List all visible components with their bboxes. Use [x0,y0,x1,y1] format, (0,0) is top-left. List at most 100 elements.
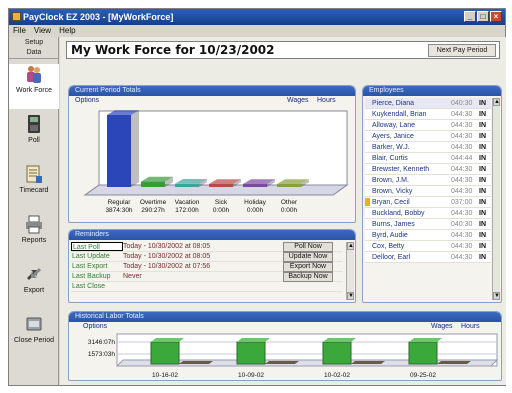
export-arrows-icon [27,268,41,280]
sidebar-item-close-period[interactable]: Close Period [9,314,59,359]
employee-row[interactable]: Buckland, Bobby 044:30 IN [365,208,491,219]
x-tick-label: 09-25-02 [410,372,436,379]
employee-hours: 044:30 [451,243,473,250]
employee-hours: 037:00 [451,199,473,206]
reminder-value: Today - 10/30/2002 at 08:05 [123,253,211,260]
reminders-scrollbar[interactable]: ▲ ▼ [346,242,354,300]
reminder-row[interactable]: Last Poll Today - 10/30/2002 at 08:05 Po… [71,242,343,252]
employee-row[interactable]: Brewster, Kenneth 044:30 IN [365,164,491,175]
current-period-chart: Regular3874:30h Overtime290:27h Vacation17… [83,110,349,214]
employee-hours: 044:44 [451,155,473,162]
page-title: My Work Force for 10/23/2002 [71,43,275,57]
history-bar [150,338,184,365]
scroll-down-icon[interactable]: ▼ [493,292,500,300]
employee-name: Brewster, Kenneth [372,166,430,173]
employee-status: IN [479,210,486,217]
category-label: Vacation [175,199,200,206]
bar-regular [107,110,139,187]
reminder-row[interactable]: Last Update Today - 10/30/2002 at 08:05 … [71,252,343,262]
employee-status: IN [479,243,486,250]
menu-view[interactable]: View [34,25,51,37]
reminder-value: Today - 10/30/2002 at 08:05 [123,243,211,250]
employee-row[interactable]: Brown, Vicky 044:30 IN [365,186,491,197]
history-bar-secondary [437,361,471,364]
historical-hours-link[interactable]: Hours [461,322,480,331]
historical-panel: Historical Labor Totals Options Wages Ho… [68,311,502,381]
employee-name: Barker, W.J. [372,144,410,151]
maximize-button[interactable]: □ [477,11,489,22]
employee-row[interactable]: Blair, Curtis 044:44 IN [365,153,491,164]
employee-row[interactable]: Pierce, Diana 040:30 IN [365,98,491,109]
employee-status: IN [479,166,486,173]
reminder-value [123,282,281,291]
employee-row[interactable]: Byrd, Audie 044:30 IN [365,230,491,241]
employees-panel: Employees Pierce, Diana 040:30 IN Kuykendal… [362,85,502,303]
scroll-up-icon[interactable]: ▲ [347,242,354,250]
sidebar-item-poll[interactable]: Poll [9,114,59,159]
employee-row[interactable]: Brown, J.M. 044:30 IN [365,175,491,186]
employee-name: Kuykendall, Brian [372,111,427,118]
next-pay-period-button[interactable]: Next Pay Period [428,44,496,57]
window-title: PayClock EZ 2003 - [MyWorkForce] [23,12,174,22]
update-now-button[interactable]: Update Now [283,252,333,262]
employee-hours: 040:30 [451,100,473,107]
menu-file[interactable]: File [13,25,26,37]
reminder-row[interactable]: Last Backup Never Backup Now [71,272,343,282]
employee-row[interactable]: Ayers, Janice 044:30 IN [365,131,491,142]
employee-name: Buckland, Bobby [372,210,425,217]
employee-row[interactable]: Delloor, Earl 044:30 IN [365,252,491,263]
employee-row[interactable]: Barker, W.J. 044:30 IN [365,142,491,153]
employee-row[interactable]: Burns, James 040:30 IN [365,219,491,230]
employee-status: IN [479,100,486,107]
historical-chart: 3146:07h 1573:03h 10-16-02 10-09-02 10-02-02… [88,333,499,379]
employee-status: IN [479,188,486,195]
employee-hours: 044:30 [451,133,473,140]
reminders-table: Last Poll Today - 10/30/2002 at 08:05 Po… [71,242,343,292]
employees-scrollbar[interactable]: ▲ ▼ [492,98,500,300]
employee-status: IN [479,155,486,162]
historical-options-link[interactable]: Options [83,322,107,331]
minimize-button[interactable]: _ [464,11,476,22]
close-button[interactable]: × [490,11,502,22]
sidebar-item-export[interactable]: Export [9,264,59,309]
menu-help[interactable]: Help [59,25,75,37]
history-bar [236,338,270,365]
scroll-up-icon[interactable]: ▲ [493,98,500,106]
category-label: Holiday [244,199,266,206]
sidebar-item-reports[interactable]: Reports [9,214,59,259]
sidebar-label-export: Export [23,287,45,294]
title-bar: PayClock EZ 2003 - [MyWorkForce] _ □ × [9,9,505,25]
reminder-label: Last Poll [71,242,123,251]
scroll-down-icon[interactable]: ▼ [347,292,354,300]
employee-row[interactable]: Alloway, Lane 044:30 IN [365,120,491,131]
employees-title: Employees [363,86,501,96]
history-bar-secondary [351,361,385,364]
employee-hours: 044:30 [451,232,473,239]
backup-now-button[interactable]: Backup Now [283,272,333,282]
history-bar-secondary [179,361,213,364]
historical-wages-link[interactable]: Wages [431,322,453,331]
app-window: PayClock EZ 2003 - [MyWorkForce] _ □ × F… [8,8,506,386]
current-hours-link[interactable]: Hours [317,96,336,105]
poll-now-button[interactable]: Poll Now [283,242,333,252]
current-wages-link[interactable]: Wages [287,96,309,105]
employee-row[interactable]: Kuykendall, Brian 044:30 IN [365,109,491,120]
category-label: Regular [108,199,132,206]
main-content: My Work Force for 10/23/2002 Next Pay Pe… [60,37,506,385]
employee-status: IN [479,221,486,228]
employee-row[interactable]: Bryan, Cecil 037:00 IN [365,197,491,208]
value-label: 0:00h [213,207,230,214]
app-logo-icon [12,12,21,21]
reminder-row[interactable]: Last Close [71,282,343,292]
timecard-icon [26,165,42,183]
reminder-label: Last Update [72,253,110,260]
employee-status: IN [479,254,486,261]
export-now-button[interactable]: Export Now [283,262,333,272]
employee-row[interactable]: Cox, Betty 044:30 IN [365,241,491,252]
setup-label: Setup [24,39,44,46]
sidebar-item-timecard[interactable]: Timecard [9,164,59,209]
reminder-row[interactable]: Last Export Today - 10/30/2002 at 07:56 … [71,262,343,272]
sidebar-item-work-force[interactable]: Work Force [9,64,59,109]
current-options-link[interactable]: Options [75,96,99,105]
setup-data-tab[interactable]: Setup Data [9,37,59,59]
